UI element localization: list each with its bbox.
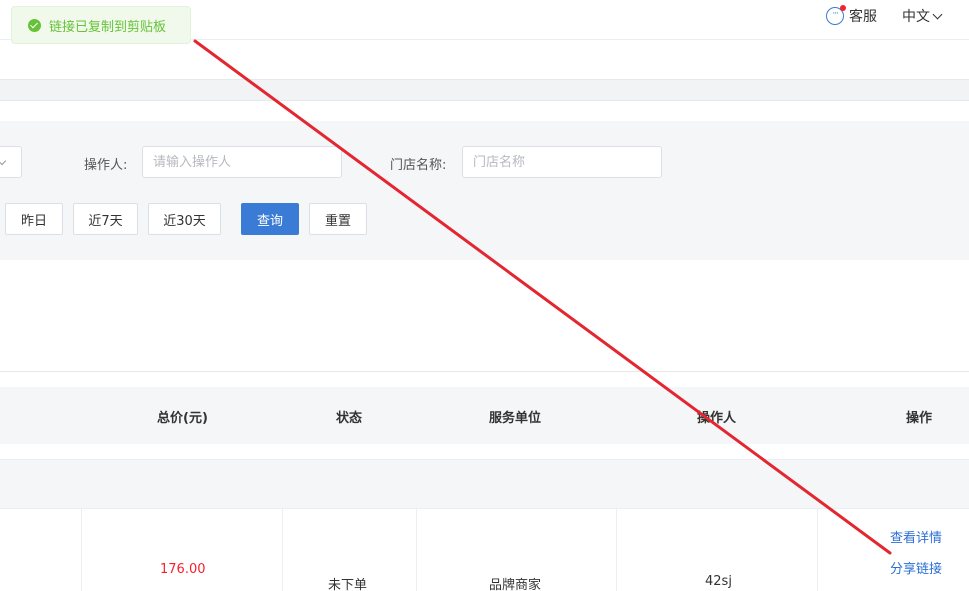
customer-service-label: 客服 — [849, 9, 877, 25]
page: ··· 客服 中文 链接已复制到剪贴板 操作人: 门店名称: 昨日 近7天 近3… — [0, 0, 969, 591]
success-toast: 链接已复制到剪贴板 — [11, 6, 191, 44]
yesterday-button[interactable]: 昨日 — [5, 203, 63, 235]
language-label: 中文 — [902, 9, 930, 25]
column-divider — [282, 509, 283, 591]
select-dropdown[interactable] — [0, 146, 22, 178]
total-price-value: 176.00 — [160, 562, 206, 577]
column-divider — [81, 509, 82, 591]
operator-value: 42sj — [705, 574, 732, 589]
reset-button[interactable]: 重置 — [309, 203, 367, 235]
share-link-link[interactable]: 分享链接 — [890, 558, 942, 577]
service-unit-value: 品牌商家 — [489, 578, 542, 591]
customer-service-button[interactable]: ··· 客服 — [826, 5, 877, 26]
divider — [0, 371, 969, 372]
last-7-days-button[interactable]: 近7天 — [73, 203, 138, 235]
operator-label: 操作人: — [84, 158, 128, 173]
column-divider — [817, 509, 818, 591]
store-name-input[interactable] — [462, 146, 662, 178]
notification-dot-icon — [840, 5, 846, 11]
column-divider — [416, 509, 417, 591]
column-actions: 操作 — [906, 411, 933, 426]
column-total-price: 总价(元) — [157, 411, 208, 426]
store-name-label: 门店名称: — [390, 158, 447, 173]
query-button[interactable]: 查询 — [241, 203, 299, 235]
chat-bubble-icon: ··· — [826, 5, 846, 25]
column-service-unit: 服务单位 — [489, 411, 542, 426]
chevron-down-icon — [932, 9, 943, 19]
language-selector[interactable]: 中文 — [902, 6, 943, 26]
status-value: 未下单 — [328, 578, 368, 591]
section-band — [0, 79, 969, 101]
table-group-row — [0, 459, 969, 509]
last-30-days-button[interactable]: 近30天 — [148, 203, 221, 235]
operator-input[interactable] — [142, 146, 342, 178]
table-row — [0, 509, 969, 591]
column-status: 状态 — [336, 411, 363, 426]
check-circle-icon — [28, 18, 41, 32]
chevron-down-icon — [0, 156, 7, 166]
table-header: 总价(元) 状态 服务单位 操作人 操作 — [0, 387, 969, 444]
column-divider — [616, 509, 617, 591]
column-operator: 操作人 — [697, 411, 737, 426]
view-details-link[interactable]: 查看详情 — [890, 527, 942, 546]
filter-panel: 操作人: 门店名称: 昨日 近7天 近30天 查询 重置 — [0, 121, 969, 260]
toast-message: 链接已复制到剪贴板 — [49, 19, 167, 35]
